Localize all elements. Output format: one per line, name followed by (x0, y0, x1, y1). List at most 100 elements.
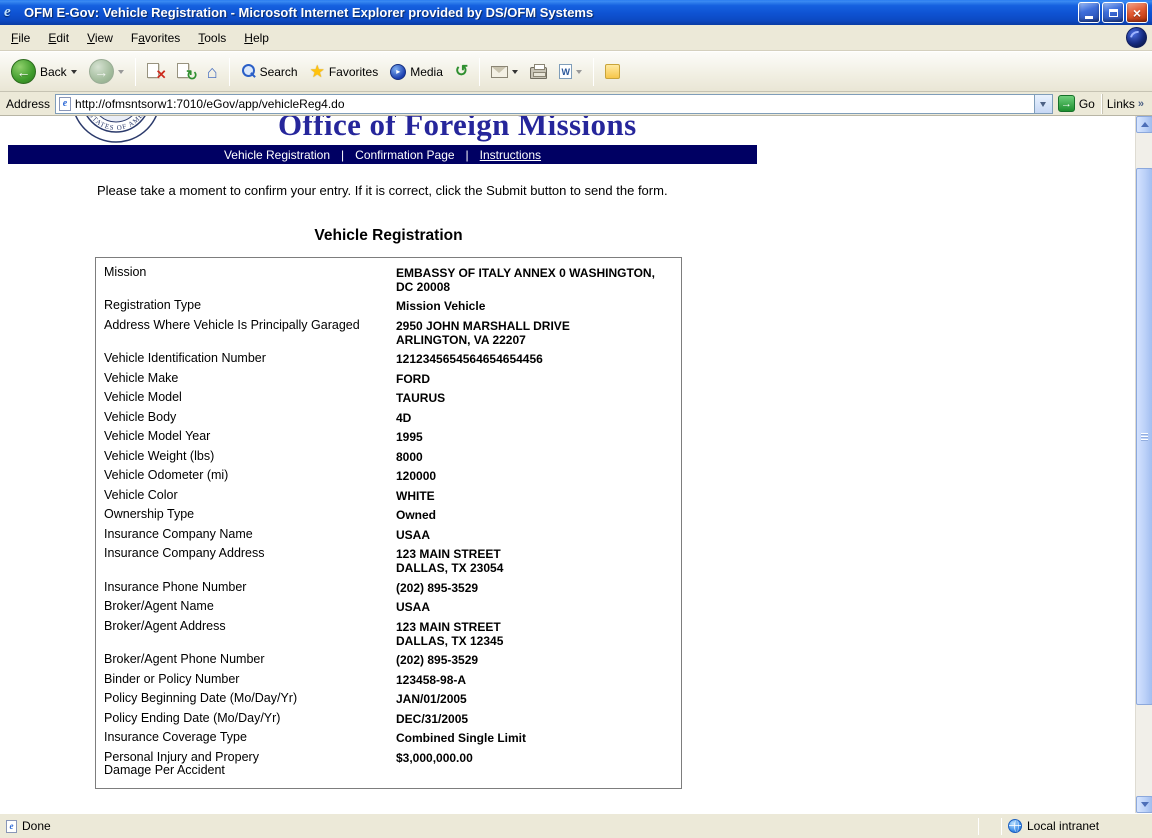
field-value-policy-beginning-date-mo-day-yr: JAN/01/2005 (396, 690, 673, 710)
page-header: STATES OF AMERICA Office of Foreign Miss… (0, 116, 1135, 145)
history-button[interactable]: ↺ (450, 61, 473, 82)
word-dropdown-icon (576, 70, 582, 77)
back-dropdown-icon (71, 70, 77, 77)
home-button[interactable]: ⌂ (202, 61, 223, 83)
field-value-address-where-vehicle-is-principally-garaged: 2950 JOHN MARSHALL DRIVE ARLINGTON, VA 2… (396, 316, 673, 350)
back-icon: ← (11, 59, 36, 84)
field-label-mission: Mission (104, 263, 396, 297)
field-label-insurance-phone-number: Insurance Phone Number (104, 578, 396, 598)
refresh-icon: ↻ (177, 63, 195, 80)
nav-separator: | (341, 148, 344, 162)
go-icon: → (1058, 95, 1075, 112)
toolbar-separator (135, 58, 136, 86)
vertical-scrollbar[interactable] (1135, 116, 1152, 813)
toolbar-separator (229, 58, 230, 86)
address-combobox: e (55, 94, 1053, 114)
field-value-insurance-company-name: USAA (396, 525, 673, 545)
department-seal-logo: STATES OF AMERICA (70, 116, 162, 144)
scroll-down-button[interactable] (1136, 796, 1152, 813)
field-value-insurance-phone-number: (202) 895-3529 (396, 578, 673, 598)
toolbar: ← Back → ✕ ↻ ⌂ Search ★ Favorites ▸ Med (0, 51, 1152, 92)
field-label-vehicle-model-year: Vehicle Model Year (104, 428, 396, 448)
search-button[interactable]: Search (236, 61, 303, 82)
menu-help[interactable]: Help (235, 27, 278, 49)
field-label-vehicle-body: Vehicle Body (104, 408, 396, 428)
ie-window-icon: e (4, 5, 20, 21)
field-value-vehicle-odometer-mi: 120000 (396, 467, 673, 487)
menu-view[interactable]: View (78, 27, 122, 49)
ds-ofm-throbber-logo (1126, 27, 1147, 48)
go-label: Go (1079, 97, 1095, 111)
links-label: Links (1107, 97, 1135, 111)
field-label-ownership-type: Ownership Type (104, 506, 396, 526)
menu-edit[interactable]: Edit (39, 27, 78, 49)
field-value-vehicle-model: TAURUS (396, 389, 673, 409)
mail-dropdown-icon (512, 70, 518, 77)
menu-favorites[interactable]: Favorites (122, 27, 189, 49)
field-value-vehicle-color: WHITE (396, 486, 673, 506)
links-toolbar[interactable]: Links » (1102, 94, 1150, 114)
field-label-policy-ending-date-mo-day-yr: Policy Ending Date (Mo/Day/Yr) (104, 709, 396, 729)
field-label-insurance-company-address: Insurance Company Address (104, 545, 396, 579)
status-page-icon: e (6, 820, 17, 833)
field-label-vehicle-identification-number: Vehicle Identification Number (104, 350, 396, 370)
field-label-binder-or-policy-number: Binder or Policy Number (104, 670, 396, 690)
confirmation-table: MissionEMBASSY OF ITALY ANNEX 0 WASHINGT… (95, 257, 682, 789)
address-bar: Address e → Go Links » (0, 92, 1152, 116)
links-chevron-icon: » (1138, 98, 1144, 110)
field-label-policy-beginning-date-mo-day-yr: Policy Beginning Date (Mo/Day/Yr) (104, 690, 396, 710)
edit-with-word-button[interactable]: W (554, 61, 587, 82)
browser-viewport: STATES OF AMERICA Office of Foreign Miss… (0, 116, 1152, 813)
field-value-personal-injury-and-propery: $3,000,000.00 (396, 748, 673, 781)
status-empty-pane (979, 814, 1001, 838)
field-label-vehicle-make: Vehicle Make (104, 369, 396, 389)
site-title: Office of Foreign Missions (278, 116, 637, 143)
close-button[interactable]: × (1126, 2, 1148, 23)
field-value-vehicle-model-year: 1995 (396, 428, 673, 448)
favorites-star-icon: ★ (310, 64, 325, 79)
restore-button[interactable] (1102, 2, 1124, 23)
field-value-vehicle-make: FORD (396, 369, 673, 389)
address-dropdown-button[interactable] (1034, 95, 1052, 113)
stop-button[interactable]: ✕ (142, 60, 170, 83)
address-input[interactable] (75, 96, 1034, 112)
field-label-insurance-company-name: Insurance Company Name (104, 525, 396, 545)
forward-dropdown-icon (118, 70, 124, 77)
menu-tools[interactable]: Tools (189, 27, 235, 49)
browser-window: e OFM E-Gov: Vehicle Registration - Micr… (0, 0, 1152, 838)
go-button[interactable]: → Go (1053, 94, 1102, 113)
messenger-button[interactable] (600, 61, 625, 82)
refresh-button[interactable]: ↻ (172, 60, 200, 83)
field-label-broker-agent-address: Broker/Agent Address (104, 617, 396, 651)
scroll-thumb[interactable] (1136, 168, 1152, 705)
minimize-button[interactable] (1078, 2, 1100, 23)
field-value-vehicle-body: 4D (396, 408, 673, 428)
search-label: Search (260, 65, 298, 79)
back-button[interactable]: ← Back (6, 56, 82, 87)
favorites-label: Favorites (329, 65, 378, 79)
history-icon: ↺ (455, 64, 468, 79)
nav-instructions[interactable]: Instructions (480, 148, 541, 162)
forward-icon: → (89, 59, 114, 84)
security-zone-pane: Local intranet (1002, 814, 1152, 838)
menu-file[interactable]: File (2, 27, 39, 49)
field-label-vehicle-weight-lbs: Vehicle Weight (lbs) (104, 447, 396, 467)
field-value-policy-ending-date-mo-day-yr: DEC/31/2005 (396, 709, 673, 729)
mail-icon (491, 66, 508, 78)
media-button[interactable]: ▸ Media (385, 61, 448, 83)
field-value-insurance-coverage-type: Combined Single Limit (396, 729, 673, 749)
favorites-button[interactable]: ★ Favorites (305, 61, 384, 82)
mail-button[interactable] (486, 63, 523, 81)
close-icon: × (1133, 6, 1141, 20)
print-button[interactable] (525, 61, 552, 82)
zone-label: Local intranet (1027, 819, 1099, 833)
menu-bar: FileEditViewFavoritesToolsHelp (0, 25, 1152, 51)
forward-button[interactable]: → (84, 56, 129, 87)
page-favicon: e (59, 97, 71, 111)
field-label-vehicle-model: Vehicle Model (104, 389, 396, 409)
scroll-up-button[interactable] (1136, 116, 1152, 133)
print-icon (530, 67, 547, 79)
web-page: STATES OF AMERICA Office of Foreign Miss… (0, 116, 1135, 813)
field-value-mission: EMBASSY OF ITALY ANNEX 0 WASHINGTON, DC … (396, 263, 673, 297)
field-value-broker-agent-address: 123 MAIN STREET DALLAS, TX 12345 (396, 617, 673, 651)
